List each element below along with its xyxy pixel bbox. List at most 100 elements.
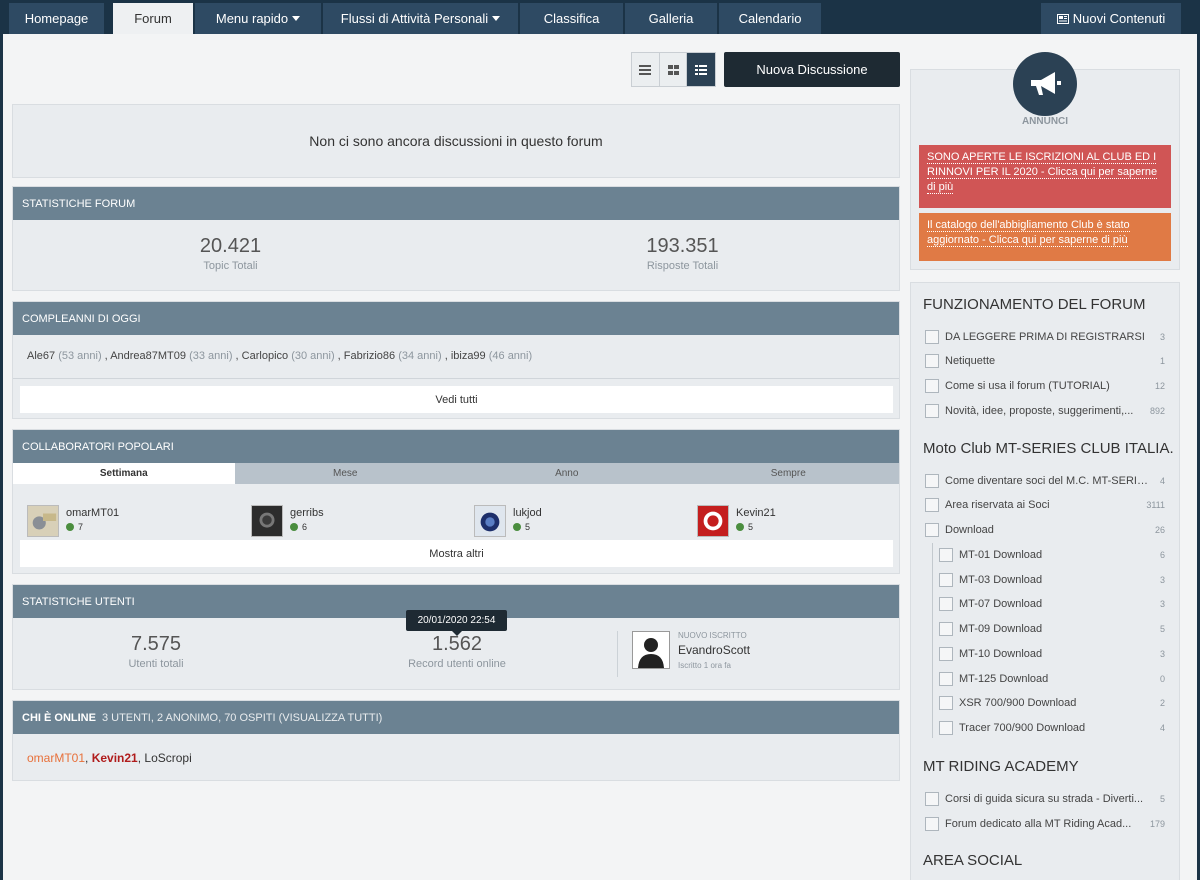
forum-item[interactable]: XSR 700/900 Download 2 [939,694,1165,712]
forum-item[interactable]: MT-07 Download 3 [939,595,1165,613]
checkbox[interactable] [925,474,939,488]
forum-label[interactable]: Novità, idee, proposte, suggerimenti,... [945,405,1133,417]
contributor-item[interactable]: gerribs 6 [251,505,324,537]
tab-calendario[interactable]: Calendario [719,3,821,34]
announcement-item[interactable]: Il catalogo dell'abbigliamento Club è st… [919,213,1171,261]
forum-item[interactable]: Area riservata ai Soci 3111 [925,496,1165,514]
contributor-name[interactable]: gerribs [290,507,324,519]
forum-label[interactable]: MT-10 Download [959,648,1042,660]
category-title[interactable]: AREA SOCIAL [923,852,1173,869]
forum-label[interactable]: DA LEGGERE PRIMA DI REGISTRARSI [945,331,1145,343]
birthday-name[interactable]: Andrea87MT09 [110,350,186,362]
forum-item[interactable]: MT-125 Download 0 [939,670,1165,688]
checkbox[interactable] [925,792,939,806]
forum-label[interactable]: Corsi di guida sicura su strada - Divert… [945,793,1143,805]
birthday-name[interactable]: Fabrizio86 [344,350,395,362]
forum-item[interactable]: Come diventare soci del M.C. MT-SERIES..… [925,472,1165,490]
forum-item[interactable]: Novità, idee, proposte, suggerimenti,...… [925,402,1165,420]
forum-label[interactable]: MT-07 Download [959,598,1042,610]
contributor-item[interactable]: omarMT01 7 [27,505,119,537]
tab-menu-rapido[interactable]: Menu rapido [195,3,321,34]
announcement-text[interactable]: Il catalogo dell'abbigliamento Club è st… [927,219,1130,247]
forum-item[interactable]: Tracer 700/900 Download 4 [939,719,1165,737]
forum-item[interactable]: Forum dedicato alla MT Riding Acad... 179 [925,815,1165,833]
checkbox[interactable] [939,597,953,611]
forum-label[interactable]: XSR 700/900 Download [959,697,1076,709]
checkbox[interactable] [939,647,953,661]
contributor-item[interactable]: lukjod 5 [474,505,542,537]
forum-item[interactable]: MT-09 Download 5 [939,620,1165,638]
tab-galleria[interactable]: Galleria [625,3,717,34]
forum-label[interactable]: Forum dedicato alla MT Riding Acad... [945,818,1131,830]
forum-item[interactable]: Come si usa il forum (TUTORIAL) 12 [925,377,1165,395]
checkbox[interactable] [939,548,953,562]
checkbox[interactable] [939,622,953,636]
contributor-item[interactable]: Kevin21 5 [697,505,776,537]
avatar[interactable] [697,505,729,537]
contributor-name[interactable]: Kevin21 [736,507,776,519]
forum-item[interactable]: DA LEGGERE PRIMA DI REGISTRARSI 3 [925,328,1165,346]
tab-classifica[interactable]: Classifica [520,3,623,34]
forum-label[interactable]: MT-03 Download [959,574,1042,586]
online-summary[interactable]: 3 utenti, 2 anonimo, 70 ospiti (Visualiz… [102,712,382,724]
tab-year[interactable]: Anno [456,463,678,484]
announcement-text[interactable]: SONO APERTE LE ISCRIZIONI AL CLUB ED I R… [927,151,1158,194]
new-content-button[interactable]: Nuovi Contenuti [1041,3,1181,34]
category-title[interactable]: FUNZIONAMENTO DEL FORUM [923,296,1173,313]
checkbox[interactable] [939,573,953,587]
birthday-name[interactable]: Ale67 [27,350,55,362]
tab-month[interactable]: Mese [235,463,457,484]
forum-label[interactable]: MT-09 Download [959,623,1042,635]
avatar[interactable] [27,505,59,537]
table-view-button[interactable] [687,53,715,86]
category-title[interactable]: MT RIDING ACADEMY [923,758,1173,775]
tab-always[interactable]: Sempre [678,463,900,484]
checkbox[interactable] [939,696,953,710]
checkbox[interactable] [939,721,953,735]
checkbox[interactable] [925,817,939,831]
checkbox[interactable] [925,330,939,344]
forum-label[interactable]: MT-125 Download [959,673,1048,685]
checkbox[interactable] [939,672,953,686]
checkbox[interactable] [925,379,939,393]
forum-label[interactable]: Download [945,524,994,536]
forum-label[interactable]: Come si usa il forum (TUTORIAL) [945,380,1110,392]
tab-homepage[interactable]: Homepage [9,3,104,34]
avatar[interactable] [251,505,283,537]
record-online-stat[interactable]: 1.562 Record utenti online [382,633,532,670]
online-user[interactable]: LoScropi [144,751,191,765]
forum-item[interactable]: MT-10 Download 3 [939,645,1165,663]
category-title[interactable]: Moto Club MT-SERIES CLUB ITALIA... [923,440,1173,457]
checkbox[interactable] [925,404,939,418]
checkbox[interactable] [925,354,939,368]
birthday-name[interactable]: Carlopico [242,350,288,362]
birthday-name[interactable]: ibiza99 [451,350,486,362]
tab-week[interactable]: Settimana [13,463,235,484]
avatar[interactable] [474,505,506,537]
forum-label[interactable]: MT-01 Download [959,549,1042,561]
checkbox[interactable] [925,523,939,537]
tab-forum[interactable]: Forum [113,3,193,34]
list-view-button[interactable] [632,53,660,86]
forum-label[interactable]: Area riservata ai Soci [945,499,1050,511]
forum-label[interactable]: Come diventare soci del M.C. MT-SERIES..… [945,475,1150,487]
forum-item[interactable]: Netiquette 1 [925,352,1165,370]
forum-label[interactable]: Tracer 700/900 Download [959,722,1085,734]
announcement-item[interactable]: SONO APERTE LE ISCRIZIONI AL CLUB ED I R… [919,145,1171,208]
avatar[interactable] [632,631,670,669]
tab-flussi-attivita[interactable]: Flussi di Attività Personali [323,3,518,34]
contributor-name[interactable]: omarMT01 [66,507,119,519]
online-user[interactable]: omarMT01 [27,751,85,765]
forum-item[interactable]: Corsi di guida sicura su strada - Divert… [925,790,1165,808]
grid-view-button[interactable] [660,53,688,86]
contributor-name[interactable]: lukjod [513,507,542,519]
checkbox[interactable] [925,498,939,512]
see-all-birthdays-button[interactable]: Vedi tutti [20,386,893,413]
forum-item[interactable]: Download 26 [925,521,1165,539]
forum-item[interactable]: MT-03 Download 3 [939,571,1165,589]
new-member-name[interactable]: EvandroScott [678,643,750,657]
new-topic-button[interactable]: Nuova Discussione [724,52,900,87]
online-user[interactable]: Kevin21 [92,751,138,765]
forum-item[interactable]: MT-01 Download 6 [939,546,1165,564]
forum-label[interactable]: Netiquette [945,355,995,367]
